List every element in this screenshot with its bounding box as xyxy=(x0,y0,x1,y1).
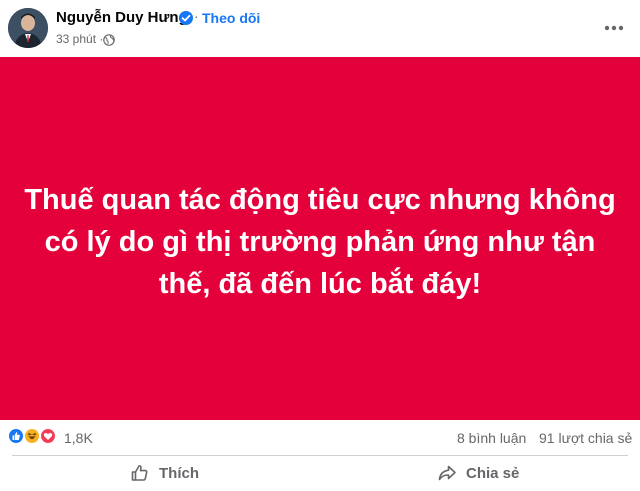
author-name[interactable]: Nguyễn Duy Hưng xyxy=(56,9,188,26)
thumbs-up-icon xyxy=(130,463,150,483)
like-label: Thích xyxy=(159,464,199,482)
reaction-count[interactable]: 1,8K xyxy=(64,430,93,446)
timestamp-text[interactable]: 33 phút xyxy=(56,32,96,46)
comment-count-link[interactable]: 8 bình luận xyxy=(457,430,526,446)
post-actions: Thích Chia sẻ xyxy=(0,456,640,491)
follow-button[interactable]: Theo dõi xyxy=(202,10,260,26)
more-options-icon[interactable] xyxy=(600,14,628,42)
post-timestamp[interactable]: 33 phút · xyxy=(56,32,103,46)
author-avatar[interactable] xyxy=(8,8,48,48)
post-text: Thuế quan tác động tiêu cực nhưng không … xyxy=(24,183,616,300)
post-text-card[interactable]: Thuế quan tác động tiêu cực nhưng không … xyxy=(0,57,640,420)
post-header: Nguyễn Duy Hưng · Theo dõi 33 phút · xyxy=(0,0,640,57)
name-separator: · xyxy=(194,8,199,24)
share-count-link[interactable]: 91 lượt chia sẻ xyxy=(539,430,632,446)
love-icon[interactable] xyxy=(39,427,57,445)
post-stats: 1,8K 8 bình luận 91 lượt chia sẻ xyxy=(0,421,640,455)
share-button[interactable]: Chia sẻ xyxy=(437,458,519,488)
like-button[interactable]: Thích xyxy=(130,458,199,488)
haha-icon[interactable] xyxy=(23,427,41,445)
globe-icon[interactable] xyxy=(103,33,115,46)
like-icon[interactable] xyxy=(7,427,25,445)
share-arrow-icon xyxy=(437,463,457,483)
share-label: Chia sẻ xyxy=(466,464,520,482)
verified-badge-icon xyxy=(179,11,193,25)
